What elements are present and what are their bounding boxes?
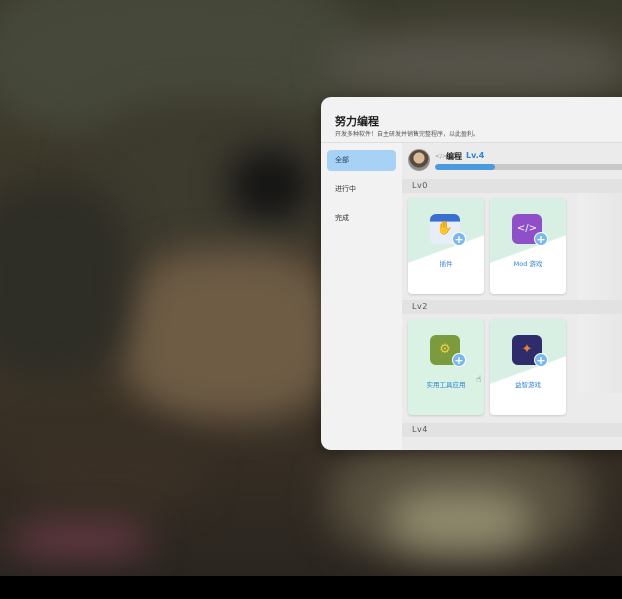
panel-title: 努力编程 [335,115,379,128]
card-label: 益智游戏 [515,381,541,389]
sidebar: 全部 进行中 完成 [321,143,402,450]
sidebar-item-in-progress[interactable]: 进行中 [327,179,396,200]
card-label: 实用工具应用 [426,381,466,389]
panel-subtitle: 开发多种软件！自主研发并销售完整程序，以此盈利。 [335,131,480,138]
add-icon: + [534,353,548,367]
bottom-letterbox [0,576,622,599]
skill-progress-fill [435,164,495,170]
card-mod-game[interactable]: </> + Mod 游戏 [490,198,566,294]
card-utility-app[interactable]: ⚙ + 实用工具应用 ☝ [408,319,484,415]
avatar [408,149,430,171]
empty-area [578,193,622,393]
skill-level: Lv.4 [466,151,485,160]
card-plugin[interactable]: ✋ + 插件 [408,198,484,294]
hand-cursor-icon: ☝ [476,375,482,385]
section-label-lv2: Lv2 [402,300,622,314]
add-icon: + [452,353,466,367]
section-label-lv4: Lv4 [402,423,622,437]
skill-progress-bar [435,164,622,170]
skill-header: </> 编程 Lv.4 [402,143,622,178]
skill-content: </> 编程 Lv.4 Lv0 ✋ + 插件 </> + Mod 游戏 Lv2 … [402,143,622,450]
goal-panel: 努力编程 开发多种软件！自主研发并销售完整程序，以此盈利。 全部 进行中 完成 … [321,97,622,450]
sidebar-item-completed[interactable]: 完成 [327,208,396,229]
card-label: Mod 游戏 [513,260,543,268]
add-icon: + [452,232,466,246]
skill-name: 编程 [446,152,462,161]
card-puzzle-game[interactable]: ✦ + 益智游戏 [490,319,566,415]
sidebar-item-all[interactable]: 全部 [327,150,396,171]
add-icon: + [534,232,548,246]
card-label: 插件 [439,260,453,268]
section-label-lv0: Lv0 [402,179,622,193]
